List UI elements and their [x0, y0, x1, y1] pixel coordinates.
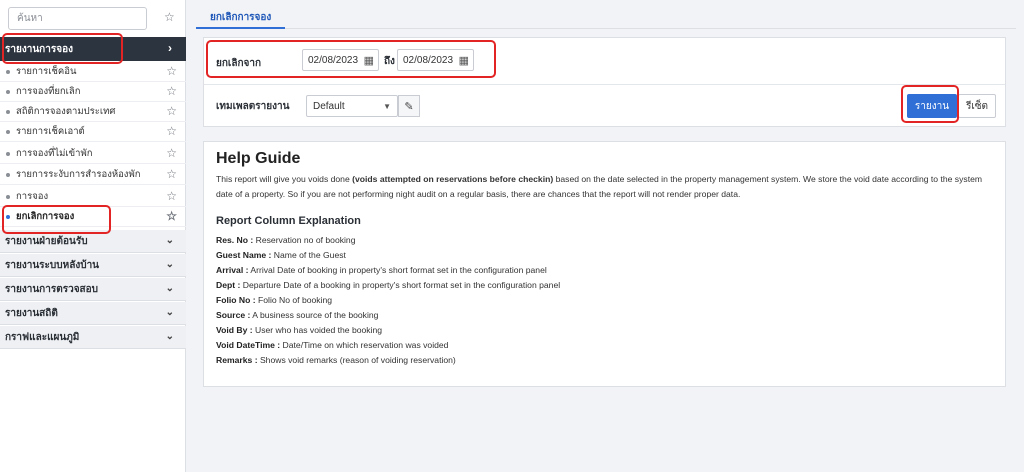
sidebar-section-statistics[interactable]: รายงานสถิติ ⌄: [0, 302, 186, 325]
sidebar-item-label: รายการเช็คเอาต์: [16, 126, 85, 137]
to-date-value: 02/08/2023: [403, 54, 454, 66]
filter-panel: ยกเลิกจาก 02/08/2023 ▦ ถึง 02/08/2023 ▦ …: [203, 37, 1006, 127]
sidebar-item-label: การจอง: [16, 191, 49, 202]
chevron-right-icon: ›: [168, 41, 172, 55]
sidebar-item-label: การจองที่ยกเลิก: [16, 86, 81, 97]
sidebar-item-label: การจองที่ไม่เข้าพัก: [16, 148, 93, 159]
help-description: This report will give you voids done (vo…: [216, 174, 983, 199]
chevron-down-icon: ⌄: [165, 235, 174, 246]
column-explanation-row: Void DateTime : Date/Time on which reser…: [216, 340, 449, 350]
sidebar-section-reservation-reports[interactable]: รายงานการจอง ›: [0, 37, 186, 61]
from-date-input[interactable]: 02/08/2023 ▦: [302, 49, 379, 71]
template-label: เทมเพลตรายงาน: [216, 101, 290, 112]
chevron-down-icon: ⌄: [165, 331, 174, 342]
star-icon[interactable]: ☆: [166, 210, 177, 222]
column-explanation-row: Remarks : Shows void remarks (reason of …: [216, 355, 456, 365]
edit-template-icon[interactable]: ✎: [398, 95, 420, 117]
reset-button[interactable]: รีเซ็ต: [958, 94, 996, 118]
sidebar-section-label: รายงานฝ่ายต้อนรับ: [5, 235, 88, 247]
calendar-icon[interactable]: ▦: [459, 54, 469, 67]
sidebar-section-label: รายงานการจอง: [5, 43, 73, 55]
bullet-icon: [6, 172, 10, 177]
sidebar-item-reservations[interactable]: การจอง ☆: [0, 187, 186, 207]
sidebar-item-void-reservations[interactable]: ยกเลิกการจอง ☆: [0, 207, 186, 227]
sidebar-section-label: รายงานระบบหลังบ้าน: [5, 259, 100, 271]
bullet-icon: [6, 89, 10, 94]
search-field-wrap: [8, 7, 147, 30]
bullet-active-icon: [6, 214, 10, 219]
divider: [204, 84, 1005, 85]
chevron-down-icon: ⌄: [165, 307, 174, 318]
tab-bar: ยกเลิกการจอง: [196, 7, 1016, 29]
to-date-label: ถึง: [384, 56, 395, 67]
bullet-icon: [6, 109, 10, 114]
chevron-down-icon: ⌄: [165, 259, 174, 270]
bullet-icon: [6, 194, 10, 199]
star-icon[interactable]: ☆: [166, 85, 177, 97]
sidebar-item-checkin-list[interactable]: รายการเช็คอิน ☆: [0, 62, 186, 82]
bullet-icon: [6, 69, 10, 74]
star-icon[interactable]: ☆: [166, 105, 177, 117]
sidebar-section-label: รายงานสถิติ: [5, 307, 58, 319]
bullet-icon: [6, 151, 10, 156]
sidebar-item-room-holds[interactable]: รายการระงับการสำรองห้องพัก ☆: [0, 165, 186, 185]
star-icon[interactable]: ☆: [166, 125, 177, 137]
star-icon[interactable]: ☆: [166, 190, 177, 202]
sidebar-section-back-office[interactable]: รายงานระบบหลังบ้าน ⌄: [0, 254, 186, 277]
star-icon[interactable]: ☆: [166, 147, 177, 159]
column-explanation-row: Folio No : Folio No of booking: [216, 295, 333, 305]
tab-void-reservations[interactable]: ยกเลิกการจอง: [196, 7, 286, 29]
report-column-explanation-title: Report Column Explanation: [216, 215, 361, 227]
sidebar-section-front-office[interactable]: รายงานฝ่ายต้อนรับ ⌄: [0, 230, 186, 253]
sidebar: ☆ รายงานการจอง › รายการเช็คอิน ☆ การจองท…: [0, 0, 186, 472]
search-input[interactable]: [9, 8, 146, 29]
star-icon[interactable]: ☆: [166, 168, 177, 180]
to-date-input[interactable]: 02/08/2023 ▦: [397, 49, 474, 71]
sidebar-section-label: รายงานการตรวจสอบ: [5, 283, 99, 295]
sidebar-section-audit[interactable]: รายงานการตรวจสอบ ⌄: [0, 278, 186, 301]
sidebar-section-charts[interactable]: กราฟและแผนภูมิ ⌄: [0, 326, 186, 349]
sidebar-item-no-show[interactable]: การจองที่ไม่เข้าพัก ☆: [0, 144, 186, 164]
sidebar-item-label: สถิติการจองตามประเทศ: [16, 106, 116, 117]
sidebar-item-label: รายการระงับการสำรองห้องพัก: [16, 169, 141, 180]
sidebar-item-cancelled-reservations[interactable]: การจองที่ยกเลิก ☆: [0, 82, 186, 102]
favorite-star-icon[interactable]: ☆: [164, 11, 175, 23]
star-icon[interactable]: ☆: [166, 65, 177, 77]
sidebar-section-label: กราฟและแผนภูมิ: [5, 331, 80, 343]
template-select[interactable]: Default ▼: [306, 95, 398, 117]
sidebar-item-checkout-list[interactable]: รายการเช็คเอาต์ ☆: [0, 122, 186, 142]
sidebar-item-label: รายการเช็คอิน: [16, 66, 77, 77]
column-explanation-row: Dept : Departure Date of a booking in pr…: [216, 280, 561, 290]
column-explanation-row: Void By : User who has voided the bookin…: [216, 325, 383, 335]
from-date-value: 02/08/2023: [308, 54, 359, 66]
column-explanation-row: Res. No : Reservation no of booking: [216, 235, 356, 245]
help-title: Help Guide: [216, 150, 301, 167]
column-explanation-row: Source : A business source of the bookin…: [216, 310, 379, 320]
sidebar-item-label: ยกเลิกการจอง: [16, 211, 75, 222]
sidebar-item-country-stats[interactable]: สถิติการจองตามประเทศ ☆: [0, 102, 186, 122]
chevron-down-icon: ⌄: [165, 283, 174, 294]
bullet-icon: [6, 129, 10, 134]
help-guide-panel: Help Guide This report will give you voi…: [203, 141, 1006, 387]
column-explanation-row: Arrival : Arrival Date of booking in pro…: [216, 265, 547, 275]
dropdown-caret-icon: ▼: [383, 102, 391, 111]
report-button[interactable]: รายงาน: [907, 94, 957, 118]
column-explanation-row: Guest Name : Name of the Guest: [216, 250, 346, 260]
from-date-label: ยกเลิกจาก: [216, 58, 262, 69]
calendar-icon[interactable]: ▦: [364, 54, 374, 67]
template-value: Default: [313, 100, 345, 112]
